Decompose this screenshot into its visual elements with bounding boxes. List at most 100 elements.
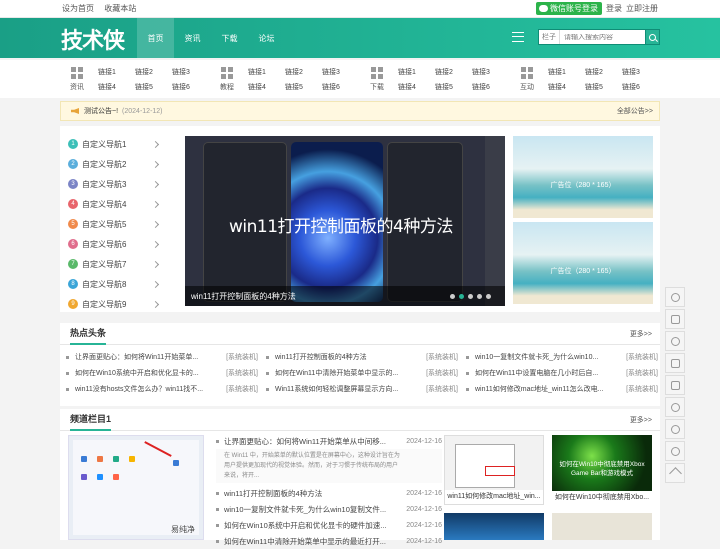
- category-link[interactable]: 链接6: [322, 82, 359, 92]
- nav-home[interactable]: 首页: [137, 18, 174, 58]
- ad-slot[interactable]: 广告位（280 * 165）: [513, 136, 653, 218]
- list-item[interactable]: 如何在Win11中设置电脑在几小时后自... [系统装机]: [466, 365, 666, 381]
- list-item[interactable]: win11没有hosts文件怎么办？win11找不... [系统装机]: [66, 381, 266, 397]
- slider-dot[interactable]: [450, 294, 455, 299]
- side-nav-item[interactable]: 3 自定义导航3: [68, 174, 160, 194]
- category-tag[interactable]: [系统装机]: [226, 368, 258, 378]
- list-item[interactable]: Win11系统如何轻松调整屏幕显示方向... [系统装机]: [266, 381, 466, 397]
- category-link[interactable]: 链接3: [322, 67, 359, 77]
- side-nav-item[interactable]: 9 自定义导航9: [68, 294, 160, 314]
- slider-dot[interactable]: [468, 294, 473, 299]
- article-thumb[interactable]: 如何在Win10中彻底禁用Xbox Game Bar和游戏模式 如何在Win10…: [552, 435, 652, 505]
- nav-forum[interactable]: 论坛: [248, 18, 285, 58]
- category-name[interactable]: 资讯: [70, 82, 84, 92]
- article-image[interactable]: 易纯净: [68, 435, 204, 540]
- list-item[interactable]: 如何在Win11中清除开始菜单中显示的... [系统装机]: [266, 365, 466, 381]
- category-link[interactable]: 链接5: [285, 82, 322, 92]
- category-link[interactable]: 链接4: [98, 82, 135, 92]
- category-name[interactable]: 教程: [220, 82, 234, 92]
- side-nav-item[interactable]: 7 自定义导航7: [68, 254, 160, 274]
- category-link[interactable]: 链接6: [622, 82, 659, 92]
- search-category-select[interactable]: 栏子: [539, 30, 560, 44]
- category-tag[interactable]: [系统装机]: [426, 384, 458, 394]
- side-nav-item[interactable]: 4 自定义导航4: [68, 194, 160, 214]
- slider-dot[interactable]: [477, 294, 482, 299]
- category-name[interactable]: 下载: [370, 82, 384, 92]
- side-nav-item[interactable]: 5 自定义导航5: [68, 214, 160, 234]
- register-link[interactable]: 立即注册: [626, 3, 658, 14]
- category-tag[interactable]: [系统装机]: [426, 352, 458, 362]
- category-link[interactable]: 链接3: [472, 67, 509, 77]
- nav-download[interactable]: 下载: [211, 18, 248, 58]
- category-link[interactable]: 链接2: [285, 67, 322, 77]
- category-link[interactable]: 链接2: [435, 67, 472, 77]
- list-item[interactable]: 让界面更贴心：如何将Win11开始菜单从中间移... 2024-12-16: [216, 433, 442, 449]
- weibo-button[interactable]: [665, 441, 685, 461]
- wechat-login-button[interactable]: 微信账号登录: [536, 2, 602, 15]
- ad-slot[interactable]: 广告位（280 * 165）: [513, 222, 653, 304]
- category-link[interactable]: 链接2: [585, 67, 622, 77]
- set-home-link[interactable]: 设为首页: [62, 4, 94, 13]
- category-tag[interactable]: [系统装机]: [626, 352, 658, 362]
- list-item[interactable]: win11如何修改mac地址_win11怎么改电... [系统装机]: [466, 381, 666, 397]
- wechat-button[interactable]: [665, 419, 685, 439]
- notice-text[interactable]: 测试公告~!: [84, 106, 118, 116]
- category-link[interactable]: 链接1: [248, 67, 285, 77]
- back-to-top-button[interactable]: [665, 463, 685, 483]
- search-button[interactable]: [645, 30, 659, 44]
- slider-dot[interactable]: [486, 294, 491, 299]
- category-link[interactable]: 链接6: [472, 82, 509, 92]
- list-item[interactable]: 如何在Win10系统中开启和优化显卡的... [系统装机]: [66, 365, 266, 381]
- category-tag[interactable]: [系统装机]: [226, 384, 258, 394]
- category-link[interactable]: 链接3: [622, 67, 659, 77]
- search-input[interactable]: [560, 33, 640, 41]
- category-link[interactable]: 链接4: [398, 82, 435, 92]
- article-thumb[interactable]: win11如何修改mac地址_win...: [444, 435, 544, 505]
- all-notices-link[interactable]: 全部公告>>: [617, 106, 653, 116]
- category-name[interactable]: 互动: [520, 82, 534, 92]
- slider[interactable]: win11打开控制面板的4种方法 win11打开控制面板的4种方法: [185, 136, 505, 306]
- list-item[interactable]: win10一复制文件就卡死_为什么win10... [系统装机]: [466, 349, 666, 365]
- category-link[interactable]: 链接6: [172, 82, 209, 92]
- category-link[interactable]: 链接1: [398, 67, 435, 77]
- bookmark-link[interactable]: 收藏本站: [104, 4, 136, 13]
- category-link[interactable]: 链接4: [548, 82, 585, 92]
- category-tag[interactable]: [系统装机]: [426, 368, 458, 378]
- nav-news[interactable]: 资讯: [174, 18, 211, 58]
- theme-button[interactable]: [665, 287, 685, 307]
- category-link[interactable]: 链接5: [585, 82, 622, 92]
- add-button[interactable]: [665, 331, 685, 351]
- list-item[interactable]: 如何在Win10系统中开启和优化显卡的硬件加速... 2024-12-16: [216, 517, 442, 533]
- list-item[interactable]: win11打开控制面板的4种方法 2024-12-16: [216, 485, 442, 501]
- category-link[interactable]: 链接1: [98, 67, 135, 77]
- category-tag[interactable]: [系统装机]: [626, 368, 658, 378]
- phone-button[interactable]: [665, 375, 685, 395]
- list-item[interactable]: win11打开控制面板的4种方法 [系统装机]: [266, 349, 466, 365]
- category-link[interactable]: 链接2: [135, 67, 172, 77]
- category-tag[interactable]: [系统装机]: [626, 384, 658, 394]
- side-nav-item[interactable]: 2 自定义导航2: [68, 154, 160, 174]
- more-link[interactable]: 更多>>: [630, 415, 652, 425]
- list-item[interactable]: 如何在Win11中清除开始菜单中显示的最近打开... 2024-12-16: [216, 533, 442, 549]
- checkin-button[interactable]: [665, 353, 685, 373]
- post-button[interactable]: [665, 309, 685, 329]
- category-link[interactable]: 链接4: [248, 82, 285, 92]
- login-link[interactable]: 登录: [606, 3, 622, 14]
- qq-button[interactable]: [665, 397, 685, 417]
- article-thumb[interactable]: [444, 513, 544, 540]
- side-nav-item[interactable]: 1 自定义导航1: [68, 134, 160, 154]
- category-tag[interactable]: [系统装机]: [226, 352, 258, 362]
- category-link[interactable]: 链接5: [435, 82, 472, 92]
- article-thumb[interactable]: [552, 513, 652, 540]
- side-nav-item[interactable]: 6 自定义导航6: [68, 234, 160, 254]
- category-link[interactable]: 链接3: [172, 67, 209, 77]
- list-item[interactable]: win10一复制文件就卡死_为什么win10复制文件... 2024-12-16: [216, 501, 442, 517]
- side-nav-item[interactable]: 8 自定义导航8: [68, 274, 160, 294]
- site-logo[interactable]: 技术侠: [61, 23, 125, 55]
- slider-dot[interactable]: [459, 294, 464, 299]
- more-link[interactable]: 更多>>: [630, 329, 652, 339]
- category-link[interactable]: 链接5: [135, 82, 172, 92]
- category-link[interactable]: 链接1: [548, 67, 585, 77]
- menu-icon[interactable]: [512, 32, 524, 42]
- list-item[interactable]: 让界面更贴心：如何将Win11开始菜单... [系统装机]: [66, 349, 266, 365]
